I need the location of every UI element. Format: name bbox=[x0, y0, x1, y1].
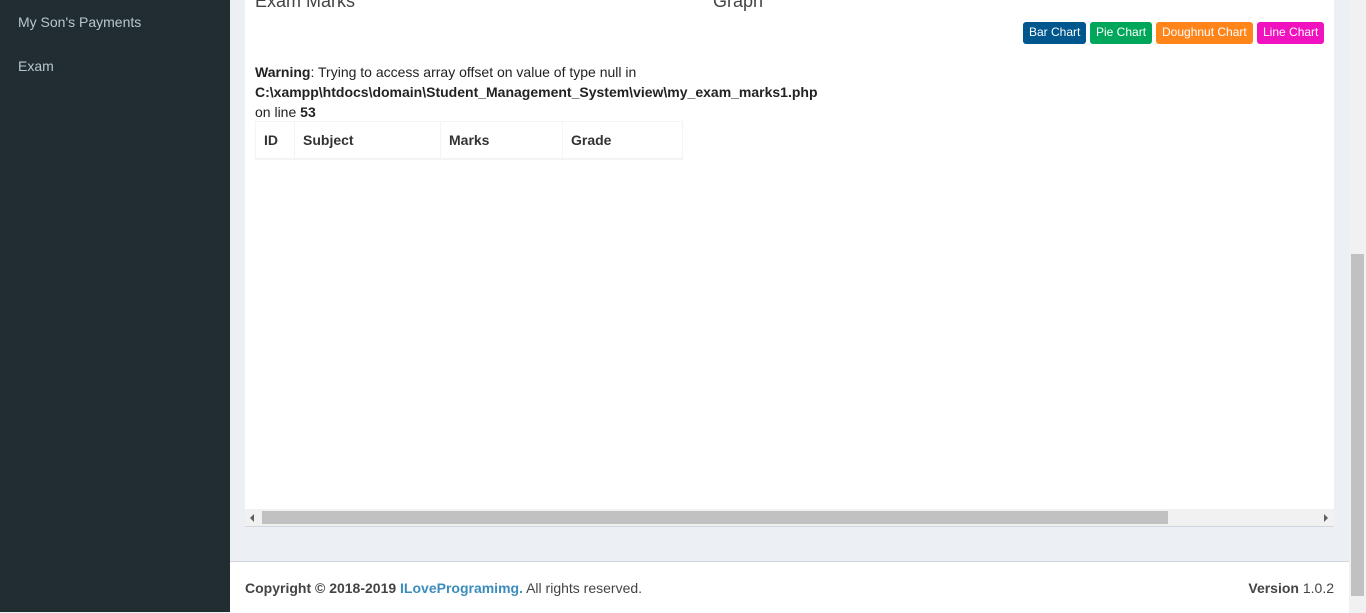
footer-copyright: Copyright © 2018-2019 ILoveProgramimg. A… bbox=[245, 580, 642, 596]
copyright-text: Copyright © 2018-2019 bbox=[245, 580, 397, 596]
exam-marks-panel: Exam Marks Graph Bar Chart Pie Chart Dou… bbox=[245, 0, 1334, 527]
exam-marks-title: Exam Marks bbox=[255, 0, 356, 11]
vertical-scroll-thumb[interactable] bbox=[1351, 254, 1364, 596]
warning-message: : Trying to access array offset on value… bbox=[310, 64, 637, 80]
rights-text: All rights reserved. bbox=[526, 580, 643, 596]
warning-line-prefix: on line bbox=[255, 104, 297, 120]
column-header-grade: Grade bbox=[562, 121, 683, 160]
sidebar-item-label: Exam bbox=[18, 58, 54, 74]
footer-version: Version 1.0.2 bbox=[1248, 580, 1334, 596]
sidebar-item-my-sons-payments[interactable]: My Son's Payments bbox=[18, 14, 141, 30]
sidebar: My Son's Payments Exam bbox=[0, 0, 230, 612]
exam-marks-table: ID Subject Marks Grade bbox=[255, 121, 683, 160]
php-warning: Warning: Trying to access array offset o… bbox=[255, 62, 818, 122]
doughnut-chart-button[interactable]: Doughnut Chart bbox=[1156, 22, 1253, 44]
pie-chart-button[interactable]: Pie Chart bbox=[1090, 22, 1152, 44]
scroll-left-arrow-icon[interactable] bbox=[245, 509, 262, 526]
sidebar-item-label: My Son's Payments bbox=[18, 14, 142, 30]
vertical-scrollbar[interactable] bbox=[1349, 0, 1366, 612]
footer: Copyright © 2018-2019 ILoveProgramimg. A… bbox=[230, 561, 1349, 613]
bar-chart-button[interactable]: Bar Chart bbox=[1023, 22, 1086, 44]
warning-line-number: 53 bbox=[300, 104, 316, 120]
version-label: Version bbox=[1248, 580, 1299, 596]
column-header-marks: Marks bbox=[440, 121, 563, 160]
table-header-row: ID Subject Marks Grade bbox=[255, 121, 683, 160]
warning-label: Warning bbox=[255, 64, 311, 80]
column-header-subject: Subject bbox=[294, 121, 441, 160]
sidebar-item-exam[interactable]: Exam bbox=[18, 58, 54, 74]
horizontal-scroll-thumb[interactable] bbox=[262, 511, 1168, 524]
warning-file-path: C:\xampp\htdocs\domain\Student_Managemen… bbox=[255, 84, 818, 100]
line-chart-button[interactable]: Line Chart bbox=[1257, 22, 1324, 44]
horizontal-scrollbar[interactable] bbox=[245, 509, 1334, 526]
brand-link[interactable]: ILoveProgramimg. bbox=[400, 580, 523, 596]
scroll-right-arrow-icon[interactable] bbox=[1317, 509, 1334, 526]
graph-title: Graph bbox=[713, 0, 764, 11]
version-value: 1.0.2 bbox=[1302, 580, 1334, 596]
column-header-id: ID bbox=[255, 121, 295, 160]
